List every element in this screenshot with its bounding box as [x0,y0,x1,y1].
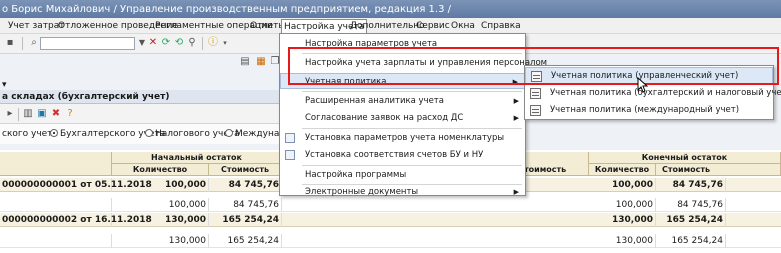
toolbar-dropdown-icon[interactable]: ▾ [219,37,231,49]
search-forward-icon[interactable]: ⟳ [160,37,172,49]
table-row[interactable]: 000000000002 от 16.11.2018 130,000 165 2… [0,213,781,227]
sum-start-cell: 84 745,76 [209,198,282,212]
settings-list-icon [285,150,295,160]
toolbar-icon[interactable]: ▪ [4,37,16,49]
sum-end-cell: 165 254,24 [656,213,726,227]
qty-start-cell: 100,000 [112,198,209,212]
menu-item-expense-approval[interactable]: Согласование заявок на расход ДС ▶ [280,110,525,126]
header-sum-start: Стоимость [209,164,282,176]
toolbar-separator [202,37,203,50]
qty-end-cell: 100,000 [589,198,656,212]
submenu-arrow-icon: ▶ [513,188,519,196]
menu-item-label: Установка параметров учета номенклатуры [305,133,505,143]
header-sum-end: Стоимость [656,164,781,176]
table-row[interactable]: 130,000 165 254,24 130,000 165 254,24 [0,234,781,248]
document-icon [530,88,541,99]
clear-icon[interactable]: ✕ [147,37,159,49]
settings-list-icon [285,133,295,143]
report-toolbar: ▸ ▥ ▣ ✖ ? [0,104,281,124]
header-qty-start: Количество [112,164,209,176]
settings-icon[interactable]: ▣ [36,108,48,120]
menu-item-account-mapping[interactable]: Установка соответствия счетов БУ и НУ [280,147,525,163]
generate-icon[interactable]: ▸ [4,108,16,120]
header-qty-end: Количество [589,164,656,176]
menu-item-label: Электронные документы [305,187,419,197]
qty-end-cell: 100,000 [589,178,656,192]
menu-item-service[interactable]: Сервис [416,21,450,31]
menu-item-electronic-documents[interactable]: Электронные документы ▶ [280,185,525,197]
qty-start-cell: 100,000 [112,178,209,192]
help-icon[interactable]: ? [64,108,76,120]
document-cell: 000000000002 от 16.11.2018 [2,213,152,227]
menu-separator [302,128,522,129]
table-icon[interactable]: ▥ [22,108,34,120]
mouse-cursor-icon [637,77,649,93]
menu-separator [302,165,522,166]
menu-item-extended-analytics[interactable]: Расширенная аналитика учета ▶ [280,93,525,109]
title-bar: о Борис Михайлович / Управление производ… [0,0,781,18]
radio-dot-icon [145,129,153,137]
document-icon [530,105,541,116]
sum-end-cell: 84 745,76 [656,198,726,212]
document-cell [0,234,112,248]
menu-item-additional[interactable]: Дополнительно [350,21,425,31]
submenu-item-accounting-tax-policy[interactable]: Учетная политика (бухгалтерский и налого… [525,85,781,102]
menu-item-windows[interactable]: Окна [451,21,475,31]
highlight-annotation [288,47,779,85]
search-input[interactable] [40,37,135,50]
menu-separator [302,91,522,92]
menu-item-label: Установка соответствия счетов БУ и НУ [305,150,484,160]
accounting-type-radios: ского учета Бухгалтерского учета Налогов… [0,124,291,144]
qty-end-cell: 130,000 [589,213,656,227]
search-icon[interactable]: ⌕ [28,37,40,49]
submenu-arrow-icon: ▶ [513,114,519,122]
chevron-down-icon[interactable]: ▾ [2,80,7,90]
submenu-item-international-policy[interactable]: Учетная политика (международный учет) [525,102,773,119]
calendar-icon[interactable]: ▦ [255,56,267,68]
radio-dot-icon [50,129,58,137]
submenu-arrow-icon: ▶ [513,97,519,105]
qty-start-cell: 130,000 [112,213,209,227]
header-end-balance: Конечный остаток [589,152,781,164]
menu-item-program-settings[interactable]: Настройка программы [280,167,525,183]
menu-item-nomenclature-parameters[interactable]: Установка параметров учета номенклатуры [280,130,525,146]
menu-item-label: Настройка программы [305,170,407,180]
sum-end-cell: 165 254,24 [656,234,726,248]
info-icon[interactable]: ⓘ [207,37,219,49]
toolbar-separator [22,37,23,50]
toolbar-separator [18,108,19,121]
qty-end-cell: 130,000 [589,234,656,248]
document-cell: 000000000001 от 05.11.2018 [2,178,152,192]
document-icon[interactable]: ▤ [239,56,251,68]
menu-item-label: Расширенная аналитика учета [305,96,444,106]
table-row[interactable]: 100,000 84 745,76 100,000 84 745,76 [0,198,781,212]
header-document [0,152,112,176]
radio-dot-icon [225,129,233,137]
menu-bar: Учет затрат Отложенное проведение Реглам… [0,18,781,34]
sum-start-cell: 165 254,24 [209,234,282,248]
menu-item-help[interactable]: Справка [481,21,521,31]
sum-end-cell: 84 745,76 [656,178,726,192]
qty-start-cell: 130,000 [112,234,209,248]
search-settings-icon[interactable]: ⚲ [186,37,198,49]
search-back-icon[interactable]: ⟲ [173,37,185,49]
submenu-item-label: Учетная политика (международный учет) [550,105,740,115]
report-title: а складах (бухгалтерский учет) [2,92,170,102]
report-window-title: а складах (бухгалтерский учет) [0,90,281,104]
document-cell [0,198,112,212]
submenu-item-label: Учетная политика (бухгалтерский и налого… [550,88,781,98]
sum-start-cell: 165 254,24 [209,213,282,227]
menu-item-label: Согласование заявок на расход ДС [305,113,464,123]
delete-icon[interactable]: ✖ [50,108,62,120]
window-title: о Борис Михайлович / Управление производ… [2,4,451,15]
menu-item-cost-accounting[interactable]: Учет затрат [8,21,64,31]
header-start-balance: Начальный остаток [112,152,282,164]
sum-start-cell: 84 745,76 [209,178,282,192]
